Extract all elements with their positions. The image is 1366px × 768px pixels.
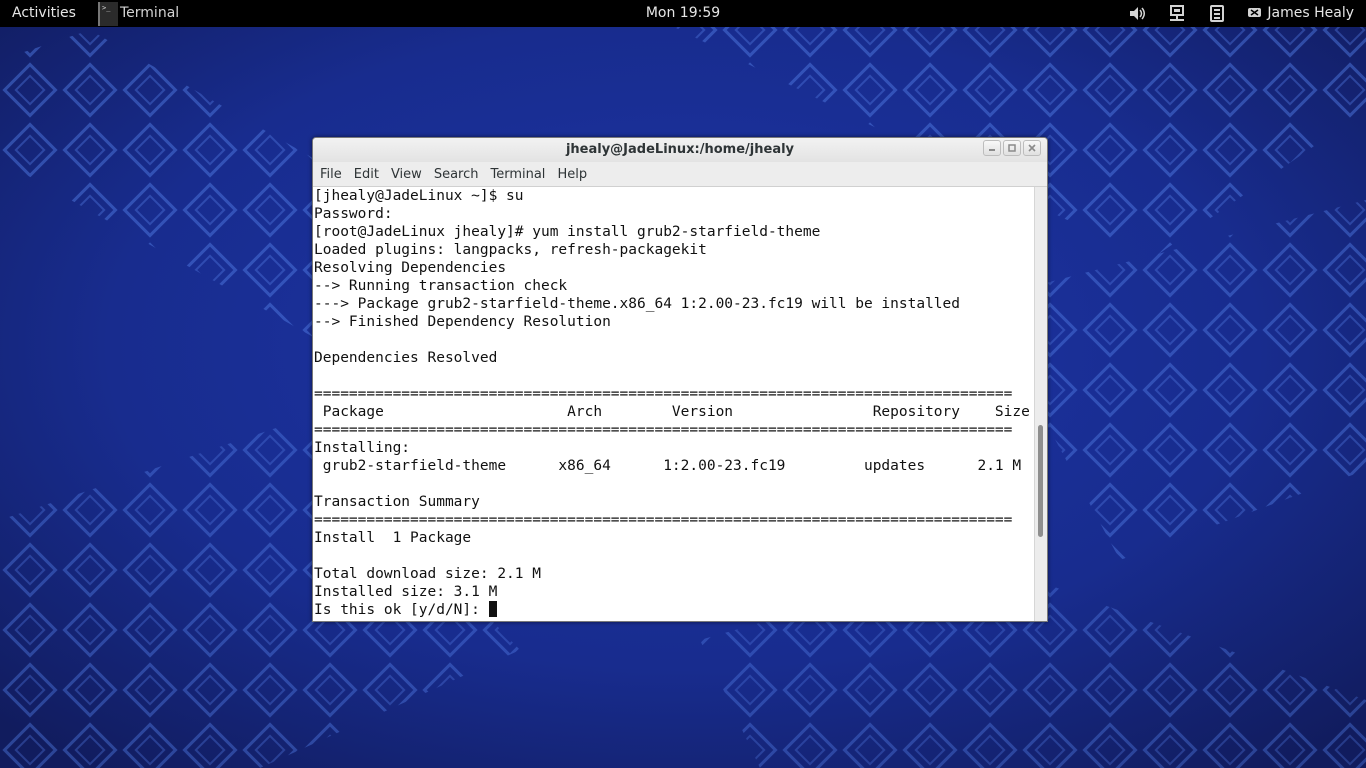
close-icon[interactable] [1023,140,1041,156]
terminal-line: Resolving Dependencies [314,260,507,276]
terminal-line: Transaction Summary [314,494,480,510]
network-icon[interactable] [1167,0,1187,27]
menu-edit[interactable]: Edit [348,167,385,182]
terminal-line: Package Arch Version Repository Size [314,404,1030,420]
terminal-line: [jhealy@JadeLinux ~]$ su [314,188,524,204]
terminal-window[interactable]: jhealy@JadeLinux:/home/jhealy File Edit … [312,137,1048,622]
terminal-line: ========================================… [314,512,1013,528]
menu-help[interactable]: Help [551,167,593,182]
maximize-icon[interactable] [1003,140,1021,156]
terminal-line: [root@JadeLinux jhealy]# yum install gru… [314,224,821,240]
terminal-line: Total download size: 2.1 M [314,566,541,582]
terminal-line: Password: [314,206,393,222]
user-menu[interactable]: James Healy [1247,0,1354,27]
user-name: James Healy [1267,5,1354,21]
menubar: File Edit View Search Terminal Help [313,162,1047,187]
status-area: James Healy [1127,0,1354,27]
terminal-cursor [488,601,497,617]
window-controls [983,140,1041,156]
terminal-line: ========================================… [314,422,1013,438]
top-bar: Activities Terminal Mon 19:59 [0,0,1366,27]
menu-view[interactable]: View [385,167,428,182]
window-titlebar[interactable]: jhealy@JadeLinux:/home/jhealy [313,138,1047,162]
user-status-icon [1247,0,1263,27]
volume-icon[interactable] [1127,0,1147,27]
battery-icon[interactable] [1207,0,1227,27]
terminal-scrollbar[interactable] [1034,187,1047,621]
menu-file[interactable]: File [313,167,348,182]
terminal-line: Install 1 Package [314,530,472,546]
scrollbar-thumb[interactable] [1038,424,1043,538]
terminal-line: --> Running transaction check [314,278,568,294]
terminal-line: Loaded plugins: langpacks, refresh-packa… [314,242,707,258]
terminal-line: ---> Package grub2-starfield-theme.x86_6… [314,296,961,312]
terminal-line: Installed size: 3.1 M [314,584,498,600]
terminal-output[interactable]: [jhealy@JadeLinux ~]$ su Password: [root… [314,187,1034,621]
terminal-line: Installing: [314,440,411,456]
terminal-line: ========================================… [314,386,1013,402]
terminal-line: --> Finished Dependency Resolution [314,314,611,330]
terminal-line: Dependencies Resolved [314,350,498,366]
terminal-line: grub2-starfield-theme x86_64 1:2.00-23.f… [314,458,1022,474]
menu-terminal[interactable]: Terminal [484,167,551,182]
terminal-prompt: Is this ok [y/d/N]: [314,602,489,618]
terminal-prompt-line: Is this ok [y/d/N]: [314,601,1034,619]
menu-search[interactable]: Search [428,167,485,182]
window-title: jhealy@JadeLinux:/home/jhealy [565,142,795,157]
minimize-icon[interactable] [983,140,1001,156]
